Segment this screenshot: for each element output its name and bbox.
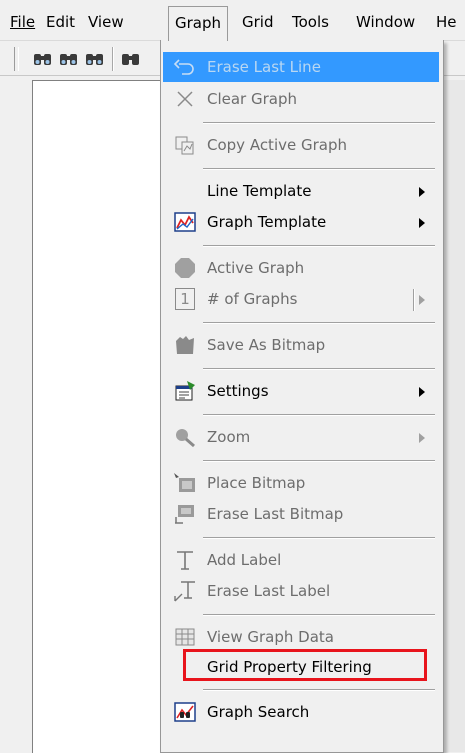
menu-item-settings[interactable]: Settings [163,376,439,406]
menu-item-erase-last-bitmap[interactable]: Erase Last Bitmap [163,499,439,529]
menu-item-copy-active-graph[interactable]: Copy Active Graph [163,130,439,160]
find-previous-icon[interactable] [84,50,106,68]
menu-edit[interactable]: Edit [46,10,75,34]
menu-item-clear-graph[interactable]: Clear Graph [163,84,439,114]
copy-graph-icon [175,136,194,155]
graph-search-icon [174,702,196,722]
submenu-arrow-icon [419,433,425,443]
settings-icon [175,381,195,401]
menu-tools[interactable]: Tools [292,10,329,34]
menu-item-view-graph-data[interactable]: View Graph Data [163,622,439,652]
number-one-icon: 1 [175,288,195,310]
menu-separator [203,245,435,247]
submenu-arrow-icon [419,387,425,397]
menu-separator [203,537,435,539]
submenu-arrow-icon [419,295,425,305]
magnifier-icon [176,429,195,448]
menu-window[interactable]: Window [356,10,415,34]
menu-item-save-as-bitmap[interactable]: Save As Bitmap [163,330,439,360]
menu-separator [203,322,435,324]
menu-grid[interactable]: Grid [242,10,273,34]
submenu-arrow-icon [419,218,425,228]
menu-separator [203,460,435,462]
menu-separator [203,414,435,416]
graph-template-icon [174,212,196,232]
menu-vertical-separator [413,289,415,311]
save-bitmap-icon [176,336,194,354]
menu-item-place-bitmap[interactable]: Place Bitmap [163,468,439,498]
menu-item-num-graphs[interactable]: 1 # of Graphs [163,284,439,314]
menu-item-erase-last-label[interactable]: Erase Last Label [163,576,439,606]
menu-separator [203,689,435,691]
menu-help[interactable]: He [436,10,457,34]
highlight-annotation-box [183,649,427,681]
place-bitmap-icon [174,473,195,492]
erase-bitmap-icon [175,505,194,524]
menu-file[interactable]: File [10,10,35,34]
undo-icon [173,59,194,75]
toolbar-grip[interactable] [14,47,19,71]
toolbar-separator [112,47,114,71]
menu-item-active-graph[interactable]: Active Graph [163,253,439,283]
find-next-icon[interactable] [58,50,80,68]
binoculars-icon[interactable] [32,50,54,68]
menu-item-line-template[interactable]: Line Template [163,176,439,206]
menu-item-graph-search[interactable]: Graph Search [163,697,439,727]
menu-separator [203,614,435,616]
menu-graph[interactable]: Graph [168,6,229,41]
menu-item-erase-last-line[interactable]: Erase Last Line [163,52,439,82]
octagon-icon [175,258,195,278]
graph-dropdown-menu: Erase Last Line Clear Graph Copy Active … [160,40,444,753]
menu-separator [203,368,435,370]
erase-label-icon [174,581,195,602]
menu-item-add-label[interactable]: Add Label [163,545,439,575]
clear-x-icon [177,91,193,107]
menu-bar: File Edit View Graph Grid Tools Window H… [0,0,465,41]
menu-separator [203,168,435,170]
menu-item-zoom[interactable]: Zoom [163,422,439,452]
data-grid-icon [175,628,195,646]
menu-item-graph-template[interactable]: Graph Template [163,207,439,237]
menu-separator [203,122,435,124]
text-tool-icon [177,551,193,570]
menu-view[interactable]: View [88,10,124,34]
submenu-arrow-icon [419,187,425,197]
find-all-icon[interactable] [120,50,142,68]
